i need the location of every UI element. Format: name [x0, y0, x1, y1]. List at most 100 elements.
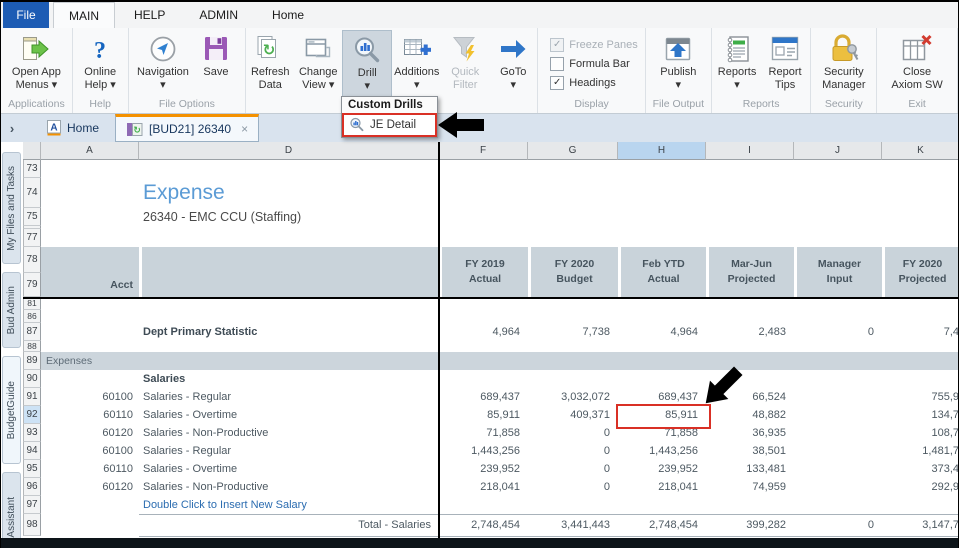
publish-button[interactable]: Publish ▾	[654, 30, 702, 98]
cell-K92[interactable]: 134,7	[882, 406, 958, 424]
cell-I94[interactable]: 38,501	[706, 442, 786, 460]
cell-G87[interactable]: 7,738	[528, 323, 610, 341]
security-manager-button[interactable]: Security Manager	[819, 30, 868, 98]
row-number-94[interactable]: 94	[23, 442, 41, 460]
row-number-75[interactable]: 75	[23, 208, 41, 226]
sidebar-tab-assistant[interactable]: Assistant	[2, 472, 21, 548]
cell-G94[interactable]: 0	[528, 442, 610, 460]
cell-D91[interactable]: Salaries - Regular	[143, 388, 435, 406]
row-number-98[interactable]: 98	[23, 514, 41, 536]
cell-H98[interactable]: 2,748,454	[618, 514, 698, 536]
reports-button[interactable]: Reports ▾	[713, 30, 761, 98]
cell-D94[interactable]: Salaries - Regular	[143, 442, 435, 460]
column-letter-H[interactable]: H	[618, 142, 706, 160]
column-letter-D[interactable]: D	[139, 142, 439, 160]
doc-tab-home[interactable]: A Home	[37, 114, 109, 142]
menu-tab-help[interactable]: HELP	[119, 2, 180, 28]
sidebar-tab-budgetguide[interactable]: BudgetGuide	[2, 356, 21, 464]
cell-I96[interactable]: 74,959	[706, 478, 786, 496]
quick-filter-button[interactable]: Quick Filter	[441, 30, 489, 98]
je-detail-menu-item[interactable]: JE Detail	[342, 113, 437, 137]
row-number-90[interactable]: 90	[23, 370, 41, 388]
cell-K93[interactable]: 108,7	[882, 424, 958, 442]
cell-K87[interactable]: 7,4	[882, 323, 958, 341]
drill-button[interactable]: Drill ▾	[342, 30, 393, 98]
row-number-87[interactable]: 87	[23, 323, 41, 341]
cell-J87[interactable]: 0	[794, 323, 874, 341]
row-number-88[interactable]: 88	[23, 341, 41, 352]
column-letter-I[interactable]: I	[706, 142, 794, 160]
cell-D74[interactable]: Expense	[143, 178, 543, 208]
expenses-band[interactable]: Expenses	[41, 352, 958, 370]
cell-G95[interactable]: 0	[528, 460, 610, 478]
row-number-97[interactable]: 97	[23, 496, 41, 514]
cell-K96[interactable]: 292,9	[882, 478, 958, 496]
formula-bar-checkbox[interactable]: Formula Bar	[550, 57, 645, 71]
cell-H87[interactable]: 4,964	[618, 323, 698, 341]
cell-G92[interactable]: 409,371	[528, 406, 610, 424]
cell-H95[interactable]: 239,952	[618, 460, 698, 478]
column-letter-F[interactable]: F	[439, 142, 528, 160]
row-number-77[interactable]: 77	[23, 229, 41, 247]
file-menu-button[interactable]: File	[3, 2, 49, 28]
cell-G93[interactable]: 0	[528, 424, 610, 442]
cell-F98[interactable]: 2,748,454	[439, 514, 520, 536]
column-letter-A[interactable]: A	[41, 142, 139, 160]
cell-D90[interactable]: Salaries	[143, 370, 435, 388]
close-axiom-button[interactable]: Close Axiom SW	[888, 30, 945, 98]
row-number-95[interactable]: 95	[23, 460, 41, 478]
sidebar-tab-bud-admin[interactable]: Bud Admin	[2, 272, 21, 348]
cell-D75[interactable]: 26340 - EMC CCU (Staffing)	[143, 208, 543, 226]
row-number-93[interactable]: 93	[23, 424, 41, 442]
column-letter-G[interactable]: G	[528, 142, 618, 160]
freeze-panes-checkbox[interactable]: ✓ Freeze Panes	[550, 38, 645, 52]
cell-G91[interactable]: 3,032,072	[528, 388, 610, 406]
sidebar-tab-my-files-and-tasks[interactable]: My Files and Tasks	[2, 152, 21, 264]
row-number-74[interactable]: 74	[23, 178, 41, 208]
column-header-H[interactable]: Feb YTD Actual	[621, 247, 706, 297]
cell-I95[interactable]: 133,481	[706, 460, 786, 478]
cell-F96[interactable]: 218,041	[439, 478, 520, 496]
column-header-I[interactable]: Mar-Jun Projected	[709, 247, 794, 297]
cell-K94[interactable]: 1,481,7	[882, 442, 958, 460]
column-header-F[interactable]: FY 2019 Actual	[442, 247, 528, 297]
column-header-G[interactable]: FY 2020 Budget	[531, 247, 618, 297]
cell-D93[interactable]: Salaries - Non-Productive	[143, 424, 435, 442]
cell-H96[interactable]: 218,041	[618, 478, 698, 496]
column-header-K[interactable]: FY 2020 Projected	[885, 247, 958, 297]
report-tips-button[interactable]: Report Tips	[761, 30, 809, 98]
cell-F93[interactable]: 71,858	[439, 424, 520, 442]
corner-cell[interactable]	[23, 142, 41, 160]
row-number-86[interactable]: 86	[23, 310, 41, 323]
cell-I98[interactable]: 399,282	[706, 514, 786, 536]
row-number-73[interactable]: 73	[23, 160, 41, 178]
cell-J98[interactable]: 0	[794, 514, 874, 536]
cell-A96[interactable]: 60120	[41, 478, 133, 496]
open-app-menus-button[interactable]: Open App Menus ▾	[9, 30, 64, 98]
cell-F91[interactable]: 689,437	[439, 388, 520, 406]
cell-F94[interactable]: 1,443,256	[439, 442, 520, 460]
doc-tab--bud21-26340[interactable]: ↻ [BUD21] 26340 ×	[115, 114, 260, 142]
column-letter-K[interactable]: K	[882, 142, 958, 160]
cell-A94[interactable]: 60100	[41, 442, 133, 460]
menu-tab-main[interactable]: MAIN	[53, 2, 115, 28]
cell-I93[interactable]: 36,935	[706, 424, 786, 442]
menu-tab-admin[interactable]: ADMIN	[184, 2, 253, 28]
cell-A92[interactable]: 60110	[41, 406, 133, 424]
insert-new-salary-link[interactable]: Double Click to Insert New Salary	[143, 496, 443, 514]
cell-H94[interactable]: 1,443,256	[618, 442, 698, 460]
row-number-91[interactable]: 91	[23, 388, 41, 406]
cell-A95[interactable]: 60110	[41, 460, 133, 478]
row-number-89[interactable]: 89	[23, 352, 41, 370]
cell-F87[interactable]: 4,964	[439, 323, 520, 341]
cell-F95[interactable]: 239,952	[439, 460, 520, 478]
cell-D96[interactable]: Salaries - Non-Productive	[143, 478, 435, 496]
cell-G96[interactable]: 0	[528, 478, 610, 496]
row-number-78[interactable]: 78	[23, 247, 41, 273]
cell-A91[interactable]: 60100	[41, 388, 133, 406]
cell-D98[interactable]: Total - Salaries	[139, 514, 431, 536]
cell-K91[interactable]: 755,9	[882, 388, 958, 406]
header-acct-cell[interactable]: Acct	[41, 247, 139, 297]
cell-D92[interactable]: Salaries - Overtime	[143, 406, 435, 424]
row-number-92[interactable]: 92	[23, 406, 41, 424]
